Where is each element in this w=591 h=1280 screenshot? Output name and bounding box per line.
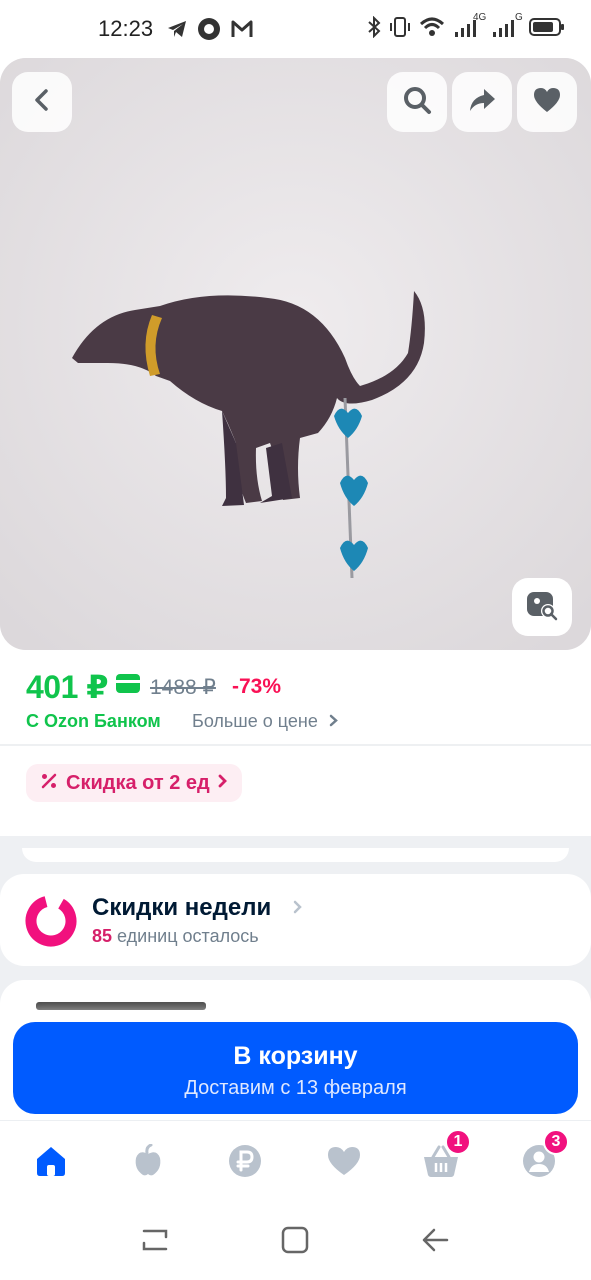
weekly-discounts-card[interactable]: Скидки недели 85 единиц осталось [0,874,591,966]
remaining-count: 85 [92,926,113,946]
telegram-icon [166,18,188,45]
apple-icon [131,1143,165,1183]
circle-app-icon [197,17,221,46]
tab-profile[interactable]: 3 [519,1129,569,1183]
home-system-button[interactable] [280,1226,310,1259]
vibrate-icon [389,16,411,43]
price-block: 401 ₽ 1488 ₽ -73% С Ozon Банком Больше о… [0,650,591,745]
ruble-icon [227,1143,263,1184]
back-icon [32,88,52,117]
chevron-right-icon [329,711,338,732]
network-label-4g: 4G [473,12,487,23]
remaining-label: единиц осталось [117,926,259,946]
share-icon [467,86,497,119]
heart-icon [326,1145,362,1182]
delivery-date-label: Доставим с 13 февраля [184,1077,407,1099]
back-button[interactable] [12,72,72,132]
next-section-title-peek [36,1002,206,1010]
tab-finance[interactable] [225,1143,265,1183]
network-label-g: G [515,12,523,23]
bulk-discount-label: Скидка от 2 ед [66,771,210,794]
image-search-button[interactable] [512,578,572,636]
ozon-card-icon [116,674,140,693]
image-search-icon [525,589,559,626]
chevron-right-icon [218,774,228,793]
system-navigation-bar [0,1205,591,1280]
weekly-discounts-title: Скидки недели [92,894,272,921]
product-image-brooch [0,58,591,650]
collapsed-card [22,848,569,862]
tab-cart[interactable]: 1 [421,1129,471,1183]
home-square-icon [281,1226,309,1259]
tab-favorites[interactable] [324,1143,364,1183]
add-to-cart-button[interactable]: В корзину Доставим с 13 февраля [13,1022,578,1114]
gmail-icon [230,18,254,45]
more-about-price-label: Больше о цене [192,711,318,731]
battery-icon [529,17,565,42]
signal-g-icon: G [491,12,523,43]
heart-icon [532,86,562,119]
weekly-discounts-remaining: 85 единиц осталось [92,926,259,947]
add-to-cart-label: В корзину [233,1042,358,1070]
current-price: 401 ₽ [26,669,109,705]
ozon-bank-label: С Ozon Банком [26,711,161,731]
search-button[interactable] [387,72,447,132]
signal-4g-icon: 4G [453,12,486,43]
tab-home[interactable] [31,1143,71,1183]
bulk-discount-chip[interactable]: Скидка от 2 ед [26,764,242,802]
status-bar: 12:23 4G G [0,0,591,58]
tab-fresh[interactable] [128,1143,168,1183]
search-icon [402,85,432,120]
wifi-icon [419,16,445,43]
share-button[interactable] [452,72,512,132]
old-price: 1488 ₽ [150,676,216,699]
home-icon [33,1144,69,1183]
bottom-tab-bar: 1 3 [0,1120,591,1205]
status-time: 12:23 [98,16,154,41]
recent-apps-button[interactable] [140,1227,170,1257]
back-system-button[interactable] [420,1227,450,1257]
discount-percent: -73% [232,675,282,698]
recent-apps-icon [140,1227,170,1258]
more-about-price-link[interactable]: Больше о цене [192,711,338,732]
chevron-right-icon [293,900,302,919]
favorite-button[interactable] [517,72,577,132]
product-photo[interactable] [0,58,591,650]
discount-section: Скидка от 2 ед [0,746,591,836]
profile-notifications-badge: 3 [543,1129,569,1155]
cart-count-badge: 1 [445,1129,471,1155]
weekly-discount-ring-icon [24,894,78,953]
percent-icon [40,772,58,795]
back-arrow-icon [420,1227,450,1258]
bluetooth-icon [367,15,381,43]
